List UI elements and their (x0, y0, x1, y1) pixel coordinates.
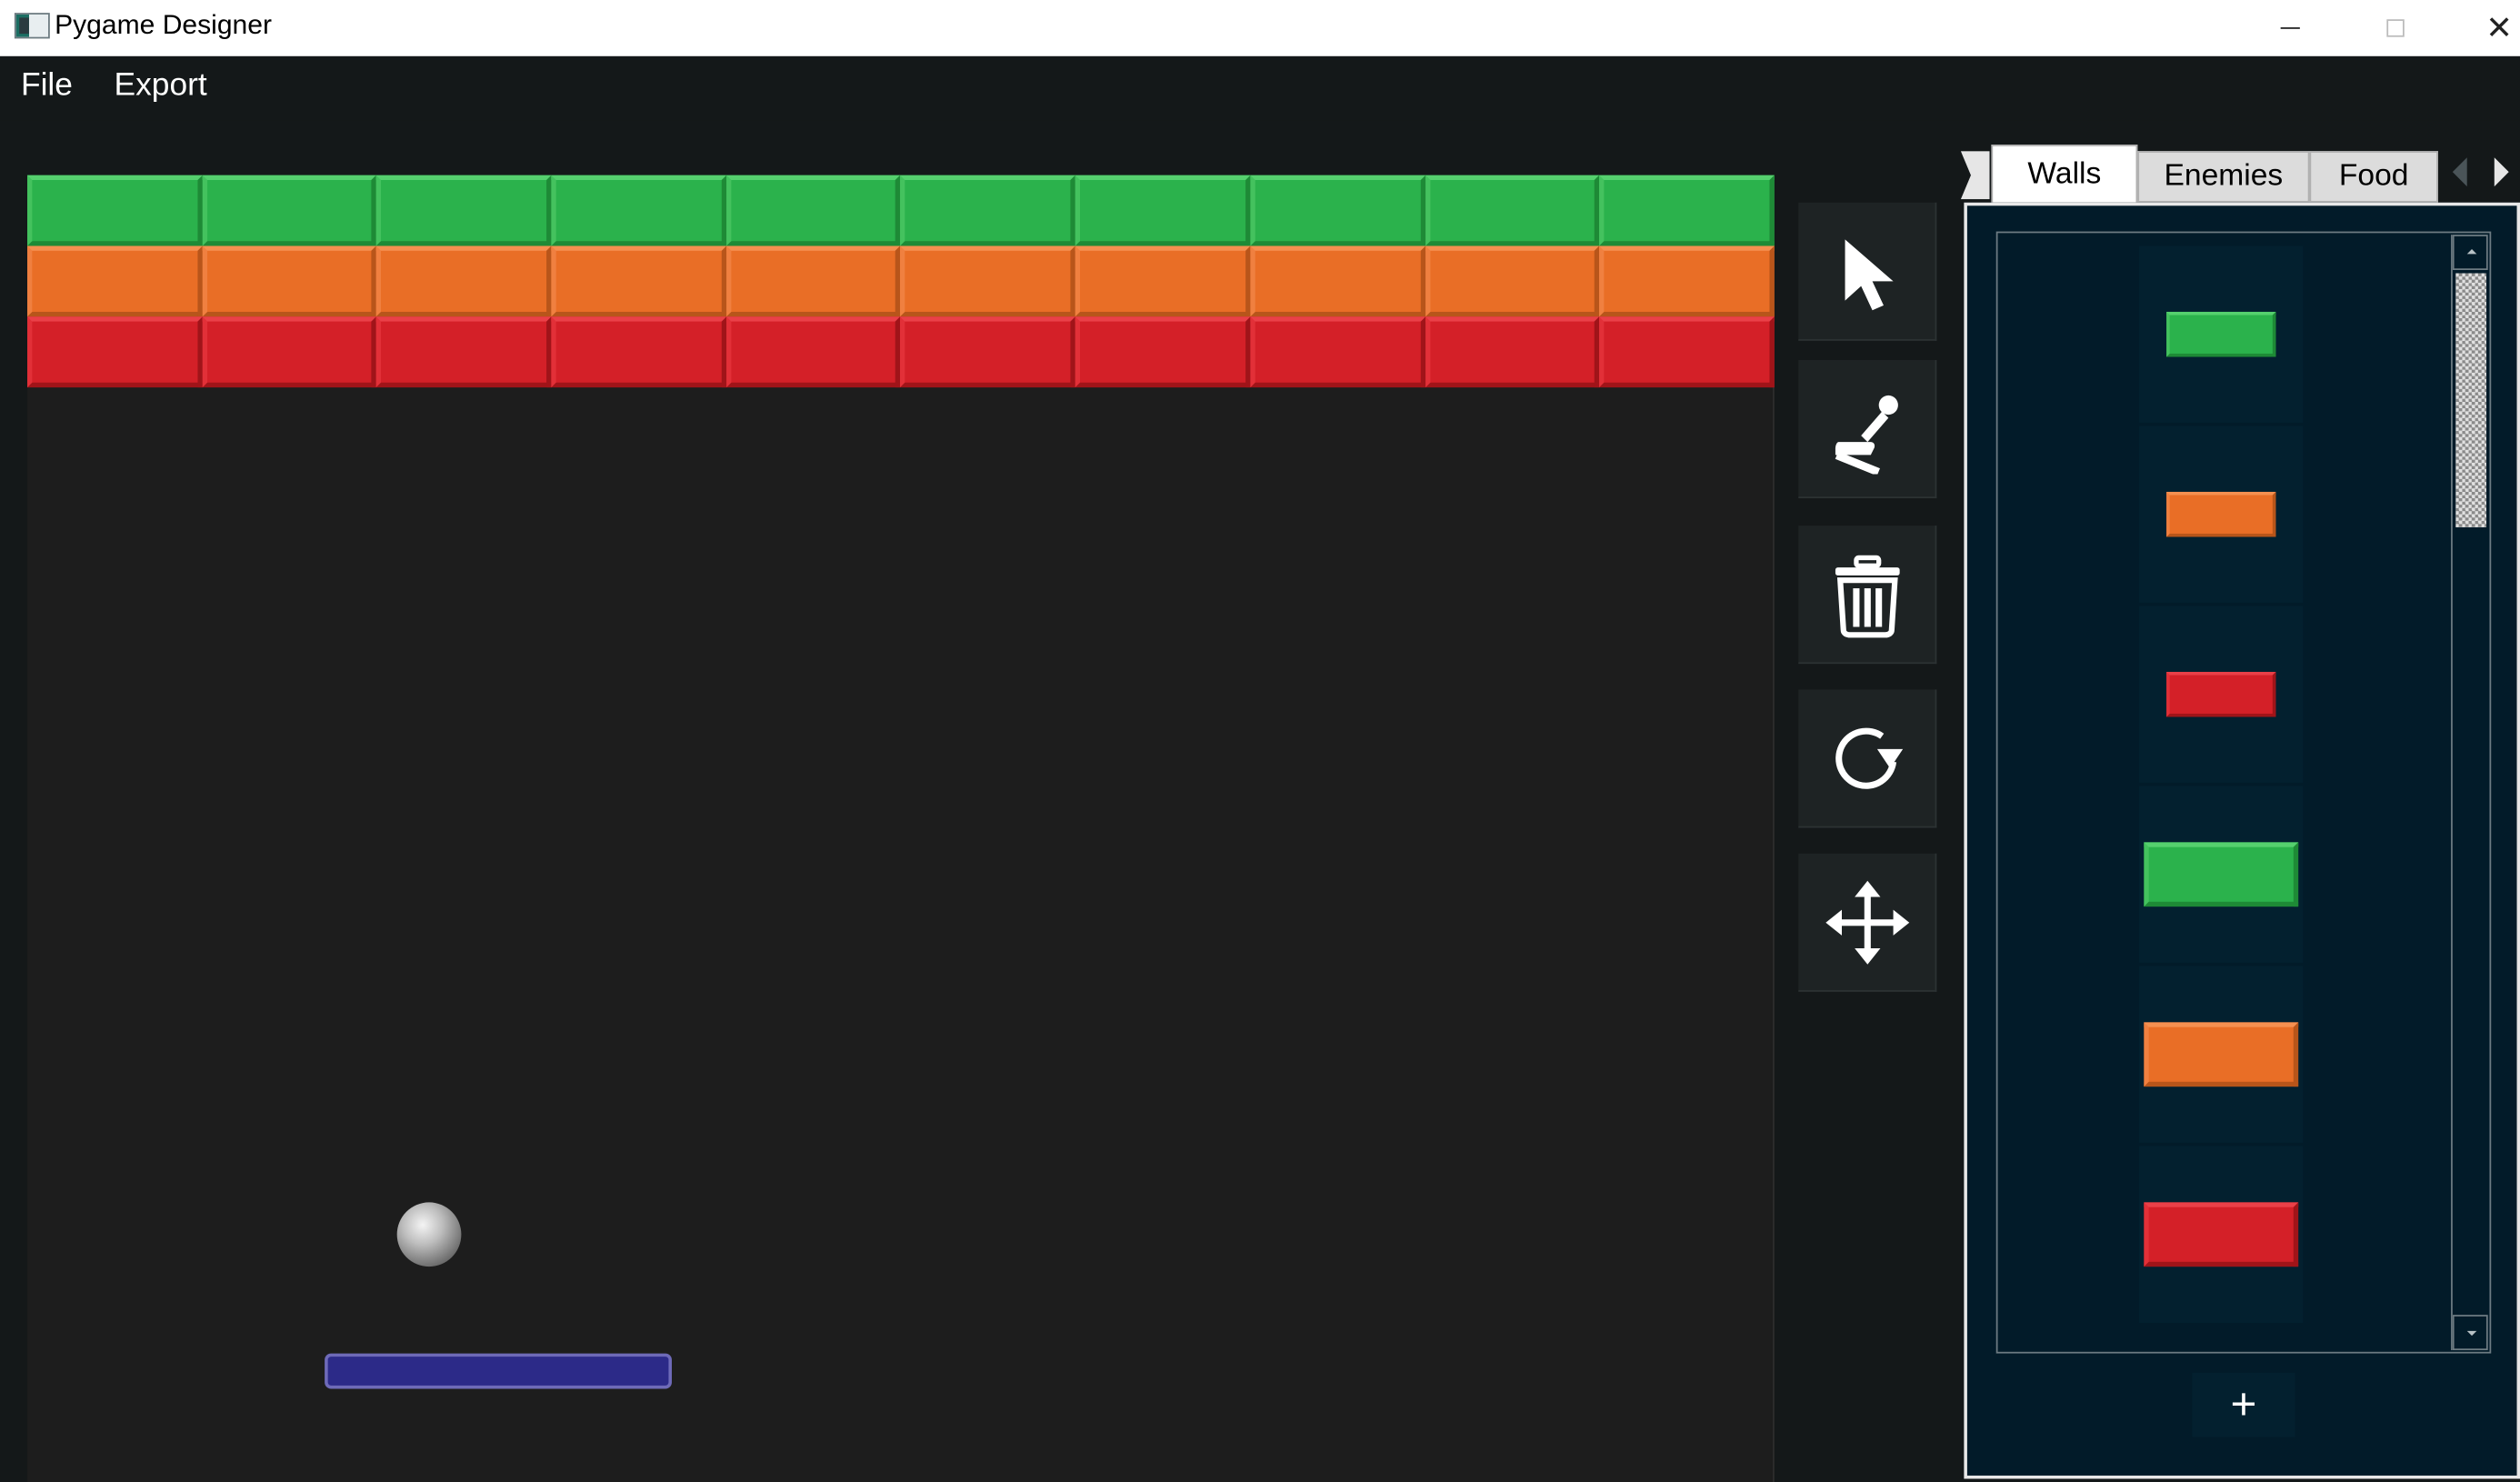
close-button[interactable]: ✕ (2462, 0, 2520, 56)
orange-brick[interactable] (376, 245, 552, 317)
move-tool-button[interactable] (1798, 853, 1937, 992)
orange-brick[interactable] (1250, 245, 1425, 317)
orange-wall-swatch (2166, 491, 2276, 537)
asset-panel: Walls Enemies Food + (1960, 145, 2520, 1482)
red-brick[interactable] (725, 316, 901, 388)
stamp-icon (1834, 395, 1898, 474)
tab-food[interactable]: Food (2309, 151, 2438, 203)
green-wall-swatch (2144, 842, 2299, 907)
green-brick[interactable] (725, 175, 901, 246)
select-tool-button[interactable] (1798, 202, 1937, 341)
scroll-down-icon[interactable] (2452, 1315, 2488, 1351)
asset-item-green-large[interactable] (2139, 786, 2304, 963)
tab-bar-edge (1960, 151, 1990, 200)
tab-enemies[interactable]: Enemies (2137, 151, 2310, 203)
green-brick[interactable] (1075, 175, 1251, 246)
red-brick[interactable] (1075, 316, 1251, 388)
asset-item-red-large[interactable] (2139, 1146, 2304, 1323)
green-brick[interactable] (202, 175, 377, 246)
orange-brick[interactable] (202, 245, 377, 317)
tab-scroll-left-icon[interactable] (2452, 157, 2467, 187)
app-icon (14, 13, 50, 39)
red-brick[interactable] (1425, 316, 1600, 388)
red-brick[interactable] (551, 316, 726, 388)
add-asset-button[interactable]: + (2192, 1372, 2295, 1437)
title-bar: Pygame Designer ✕ (0, 0, 2520, 56)
green-brick[interactable] (1250, 175, 1425, 246)
asset-item-red-small[interactable] (2139, 606, 2304, 783)
stamp-tool-button[interactable] (1798, 360, 1937, 499)
green-brick[interactable] (551, 175, 726, 246)
scrollbar-thumb[interactable] (2455, 273, 2486, 527)
green-brick[interactable] (27, 175, 203, 246)
tab-walls[interactable]: Walls (1991, 145, 2138, 203)
tab-bar: Walls Enemies Food (1960, 145, 2520, 203)
orange-brick[interactable] (1599, 245, 1775, 317)
menu-file[interactable]: File (17, 67, 75, 105)
red-wall-swatch (2144, 1202, 2299, 1267)
move-arrows-icon (1825, 879, 1909, 964)
green-brick[interactable] (1425, 175, 1600, 246)
window-title: Pygame Designer (55, 9, 272, 41)
green-wall-swatch (2166, 311, 2276, 357)
tab-scroll-right-icon[interactable] (2494, 157, 2509, 187)
vertical-scrollbar[interactable] (2451, 235, 2488, 1351)
cursor-arrow-icon (1844, 238, 1893, 310)
red-brick[interactable] (900, 316, 1075, 388)
red-wall-swatch (2166, 671, 2276, 717)
orange-brick[interactable] (551, 245, 726, 317)
orange-brick[interactable] (1075, 245, 1251, 317)
asset-item-orange-small[interactable] (2139, 426, 2304, 603)
brick-row-orange (27, 245, 1775, 317)
walls-panel: + (1964, 202, 2520, 1479)
minimize-icon (2280, 26, 2300, 30)
orange-brick[interactable] (900, 245, 1075, 317)
green-brick[interactable] (376, 175, 552, 246)
brick-row-green (27, 175, 1775, 246)
maximize-button[interactable] (2358, 0, 2432, 56)
brick-row-red (27, 316, 1775, 388)
app-window: Pygame Designer ✕ File Export Walls Enem… (0, 0, 2520, 1482)
maximize-icon (2385, 19, 2404, 37)
level-canvas[interactable] (27, 175, 1775, 1482)
menu-export[interactable]: Export (111, 67, 210, 105)
rotate-tool-button[interactable] (1798, 689, 1937, 828)
paddle-sprite[interactable] (325, 1353, 672, 1389)
orange-wall-swatch (2144, 1022, 2299, 1087)
red-brick[interactable] (1599, 316, 1775, 388)
asset-item-orange-large[interactable] (2139, 966, 2304, 1143)
menu-bar: File Export (0, 55, 2520, 121)
green-brick[interactable] (900, 175, 1075, 246)
orange-brick[interactable] (27, 245, 203, 317)
red-brick[interactable] (202, 316, 377, 388)
rotate-icon (1835, 726, 1903, 788)
orange-brick[interactable] (725, 245, 901, 317)
asset-item-green-small[interactable] (2139, 245, 2304, 423)
red-brick[interactable] (376, 316, 552, 388)
minimize-button[interactable] (2254, 0, 2327, 56)
trash-icon (1835, 554, 1899, 637)
red-brick[interactable] (1250, 316, 1425, 388)
close-icon: ✕ (2485, 11, 2513, 47)
red-brick[interactable] (27, 316, 203, 388)
ball-sprite[interactable] (396, 1202, 462, 1267)
green-brick[interactable] (1599, 175, 1775, 246)
asset-list (1995, 231, 2492, 1354)
orange-brick[interactable] (1425, 245, 1600, 317)
delete-tool-button[interactable] (1798, 526, 1937, 665)
scroll-up-icon[interactable] (2452, 235, 2488, 271)
